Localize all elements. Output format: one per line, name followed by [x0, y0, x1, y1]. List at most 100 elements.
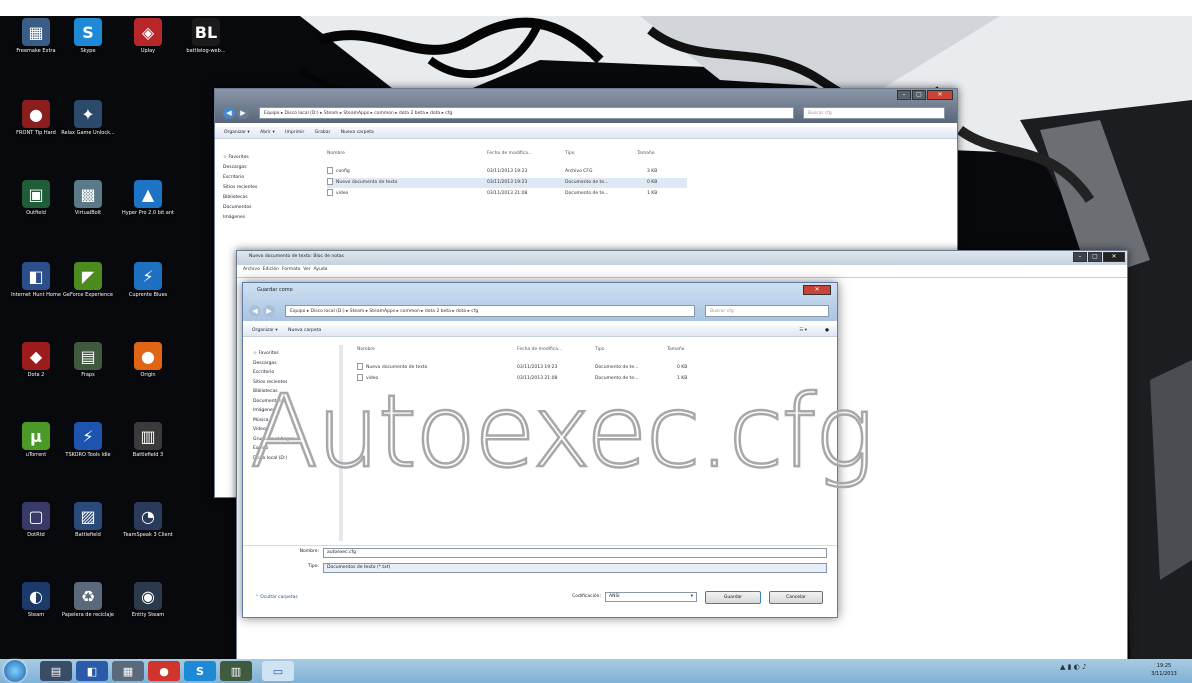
- taskbar-app[interactable]: ●: [148, 661, 180, 681]
- desktop-icon[interactable]: ♻ Papelera de reciclaje: [58, 582, 118, 618]
- top-border: [0, 0, 1192, 16]
- desktop-icon[interactable]: ⚡ TSKORO Tools Idle: [58, 422, 118, 458]
- close-button[interactable]: ✕: [803, 285, 831, 295]
- desktop-icon-label: Origin: [140, 372, 156, 378]
- search-input[interactable]: Buscar cfg: [803, 107, 945, 119]
- open-menu[interactable]: Abrir ▾: [260, 130, 275, 135]
- desktop-icon-label: uTorrent: [25, 452, 47, 458]
- new-folder-button[interactable]: Nueva carpeta: [341, 130, 374, 135]
- cancel-button[interactable]: Cancelar: [769, 591, 823, 604]
- desktop-icon[interactable]: ● Origin: [118, 342, 178, 378]
- app-icon: ▢: [22, 502, 50, 530]
- taskbar-app[interactable]: ▭: [262, 661, 294, 681]
- nav-item[interactable]: ☆ Favoritos: [223, 153, 313, 163]
- notepad-title: Nuevo documento de texto: Bloc de notas: [249, 254, 344, 259]
- burn-button[interactable]: Grabar: [315, 130, 331, 135]
- desktop-icon[interactable]: ▩ VirtualBolt: [58, 180, 118, 216]
- view-icon[interactable]: ☷ ▾: [799, 325, 807, 337]
- filename-input[interactable]: autoexec.cfg: [323, 548, 827, 558]
- forward-icon[interactable]: ▶: [237, 107, 249, 119]
- desktop-icon[interactable]: ◤ GeForce Experience: [58, 262, 118, 298]
- desktop-icon[interactable]: ✦ Relax Game Unlock...: [58, 100, 118, 136]
- help-icon[interactable]: ●: [825, 325, 829, 337]
- close-button[interactable]: ✕: [927, 90, 953, 100]
- hide-folders-toggle[interactable]: ⌃ Ocultar carpetas: [255, 595, 298, 600]
- column-type[interactable]: Tipo: [565, 151, 574, 156]
- desktop-icon[interactable]: ◧ Internet Hunt Home: [6, 262, 66, 298]
- address-bar[interactable]: Equipo ▸ Disco local (D:) ▸ Steam ▸ Stea…: [285, 305, 695, 317]
- desktop-icon[interactable]: ◔ TeamSpeak 3 Client: [118, 502, 178, 538]
- organize-menu[interactable]: Organizar ▾: [252, 328, 278, 333]
- clock[interactable]: 19:25 3/11/2013: [1140, 662, 1188, 678]
- column-type[interactable]: Tipo: [595, 347, 604, 352]
- explorer-titlebar[interactable]: – ▢ ✕ ◀ ▶ Equipo ▸ Disco local (D:) ▸ St…: [215, 89, 957, 123]
- desktop-icon[interactable]: ▨ Battlefield: [58, 502, 118, 538]
- desktop-icon[interactable]: ▢ DotRtd: [6, 502, 66, 538]
- minimize-button[interactable]: –: [1073, 252, 1087, 262]
- back-icon[interactable]: ◀: [223, 107, 235, 119]
- desktop-icon[interactable]: ◐ Steam: [6, 582, 66, 618]
- desktop-icon[interactable]: ◈ Uplay: [118, 18, 178, 54]
- notepad-menubar[interactable]: Archivo Edición Formato Ver Ayuda: [243, 267, 327, 272]
- column-date[interactable]: Fecha de modifica...: [517, 347, 562, 352]
- table-row[interactable]: Nuevo documento de texto 03/11/2013 19:23…: [327, 178, 687, 188]
- desktop-icon[interactable]: ◆ Dota 2: [6, 342, 66, 378]
- close-button[interactable]: ✕: [1103, 252, 1125, 262]
- search-input[interactable]: Buscar cfg: [705, 305, 829, 317]
- new-folder-button[interactable]: Nueva carpeta: [288, 328, 321, 333]
- forward-icon[interactable]: ▶: [263, 305, 275, 317]
- maximize-button[interactable]: ▢: [912, 90, 926, 100]
- desktop-icon[interactable]: ⚡ Cuprente Blues: [118, 262, 178, 298]
- desktop-icon[interactable]: ▥ Battlefield 3: [118, 422, 178, 458]
- dropdown-arrow-icon: ▾: [690, 594, 693, 599]
- desktop-icon[interactable]: ▤ Fraps: [58, 342, 118, 378]
- encoding-select[interactable]: ANSI ▾: [605, 592, 697, 602]
- table-row[interactable]: video 03/11/2013 21:08 Documento de te... 1…: [327, 189, 687, 199]
- column-size[interactable]: Tamaño: [667, 347, 685, 352]
- taskbar-app[interactable]: ▦: [112, 661, 144, 681]
- column-name[interactable]: Nombre: [327, 151, 345, 156]
- nav-item[interactable]: Descargas: [253, 359, 343, 369]
- column-date[interactable]: Fecha de modifica...: [487, 151, 532, 156]
- nav-item[interactable]: Documentos: [223, 203, 313, 213]
- address-bar[interactable]: Equipo ▸ Disco local (D:) ▸ Steam ▸ Stea…: [259, 107, 794, 119]
- back-icon[interactable]: ◀: [249, 305, 261, 317]
- print-button[interactable]: Imprimir: [285, 130, 304, 135]
- desktop-icon[interactable]: S Skype: [58, 18, 118, 54]
- taskbar-app[interactable]: ◧: [76, 661, 108, 681]
- taskbar-app[interactable]: ▥: [220, 661, 252, 681]
- dialog-divider: [243, 545, 837, 546]
- desktop-icon[interactable]: ● FRONT Tip Hard: [6, 100, 66, 136]
- save-button[interactable]: Guardar: [705, 591, 761, 604]
- desktop-icon[interactable]: ▦ Freemake Extra: [6, 18, 66, 54]
- desktop-icon[interactable]: ▣ Outfield: [6, 180, 66, 216]
- nav-item[interactable]: Bibliotecas: [223, 193, 313, 203]
- organize-menu[interactable]: Organizar ▾: [224, 130, 250, 135]
- nav-item[interactable]: Descargas: [223, 163, 313, 173]
- notepad-titlebar[interactable]: Nuevo documento de texto: Bloc de notas …: [237, 251, 1127, 265]
- taskbar-app[interactable]: ▤: [40, 661, 72, 681]
- desktop-icon[interactable]: ◉ Entity Steam: [118, 582, 178, 618]
- explorer-nav-pane: ☆ Favoritos Descargas Escritorio Sitios …: [223, 153, 313, 223]
- nav-item[interactable]: Escritorio: [223, 173, 313, 183]
- clock-time: 19:25: [1156, 663, 1172, 669]
- desktop-icon[interactable]: ▲ Hyper Pro 2.0 bit ant: [118, 180, 178, 216]
- dialog-titlebar[interactable]: Guardar como ✕ ◀ ▶ Equipo ▸ Disco local …: [243, 283, 837, 321]
- filetype-select[interactable]: Documentos de texto (*.txt): [323, 563, 827, 573]
- app-icon: ▤: [74, 342, 102, 370]
- minimize-button[interactable]: –: [897, 90, 911, 100]
- app-icon: ◐: [22, 582, 50, 610]
- system-tray[interactable]: ▲ ▮ ◐ ♪: [1060, 663, 1130, 679]
- maximize-button[interactable]: ▢: [1088, 252, 1102, 262]
- desktop-icon[interactable]: μ uTorrent: [6, 422, 66, 458]
- column-size[interactable]: Tamaño: [637, 151, 655, 156]
- taskbar-app[interactable]: S: [184, 661, 216, 681]
- nav-item[interactable]: Sitios recientes: [223, 183, 313, 193]
- desktop-icon[interactable]: BL battlelog-web...: [176, 18, 236, 54]
- table-row[interactable]: config 03/11/2013 19:23 Archivo CFG 3 KB: [327, 167, 687, 177]
- column-name[interactable]: Nombre: [357, 347, 375, 352]
- nav-item[interactable]: ☆ Favoritos: [253, 349, 343, 359]
- desktop: ▦ Freemake Extra S Skype ◈ Uplay BL battlelog-w…: [0, 0, 1192, 683]
- start-button[interactable]: [4, 660, 26, 682]
- nav-item[interactable]: Imágenes: [223, 213, 313, 223]
